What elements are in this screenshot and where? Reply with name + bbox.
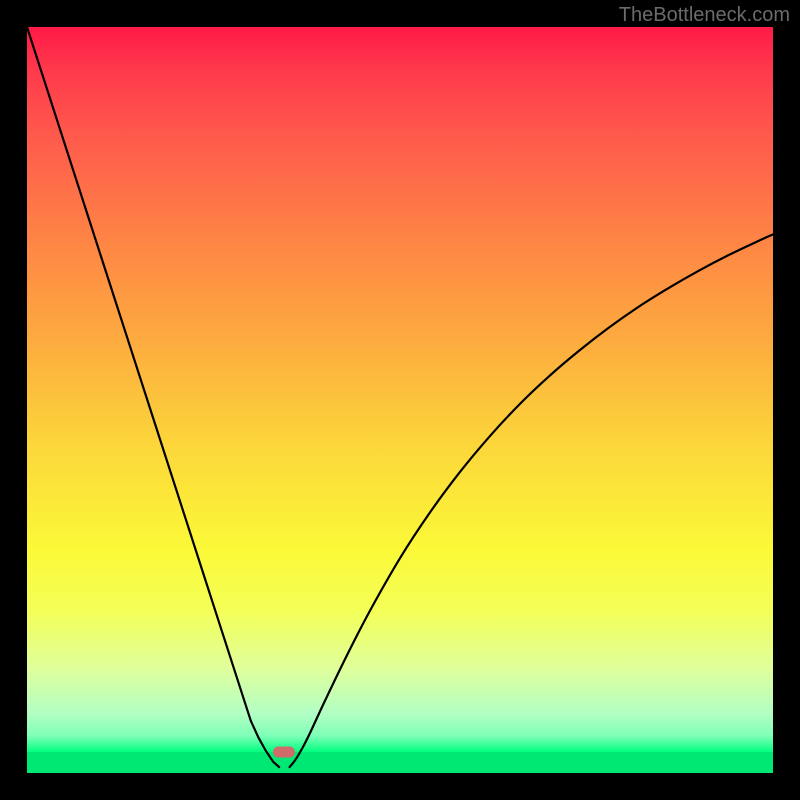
minimum-marker bbox=[273, 747, 295, 758]
bottleneck-curve bbox=[27, 27, 773, 773]
watermark-text: TheBottleneck.com bbox=[619, 4, 790, 27]
chart-frame: TheBottleneck.com bbox=[0, 0, 800, 800]
plot-area bbox=[27, 27, 773, 773]
